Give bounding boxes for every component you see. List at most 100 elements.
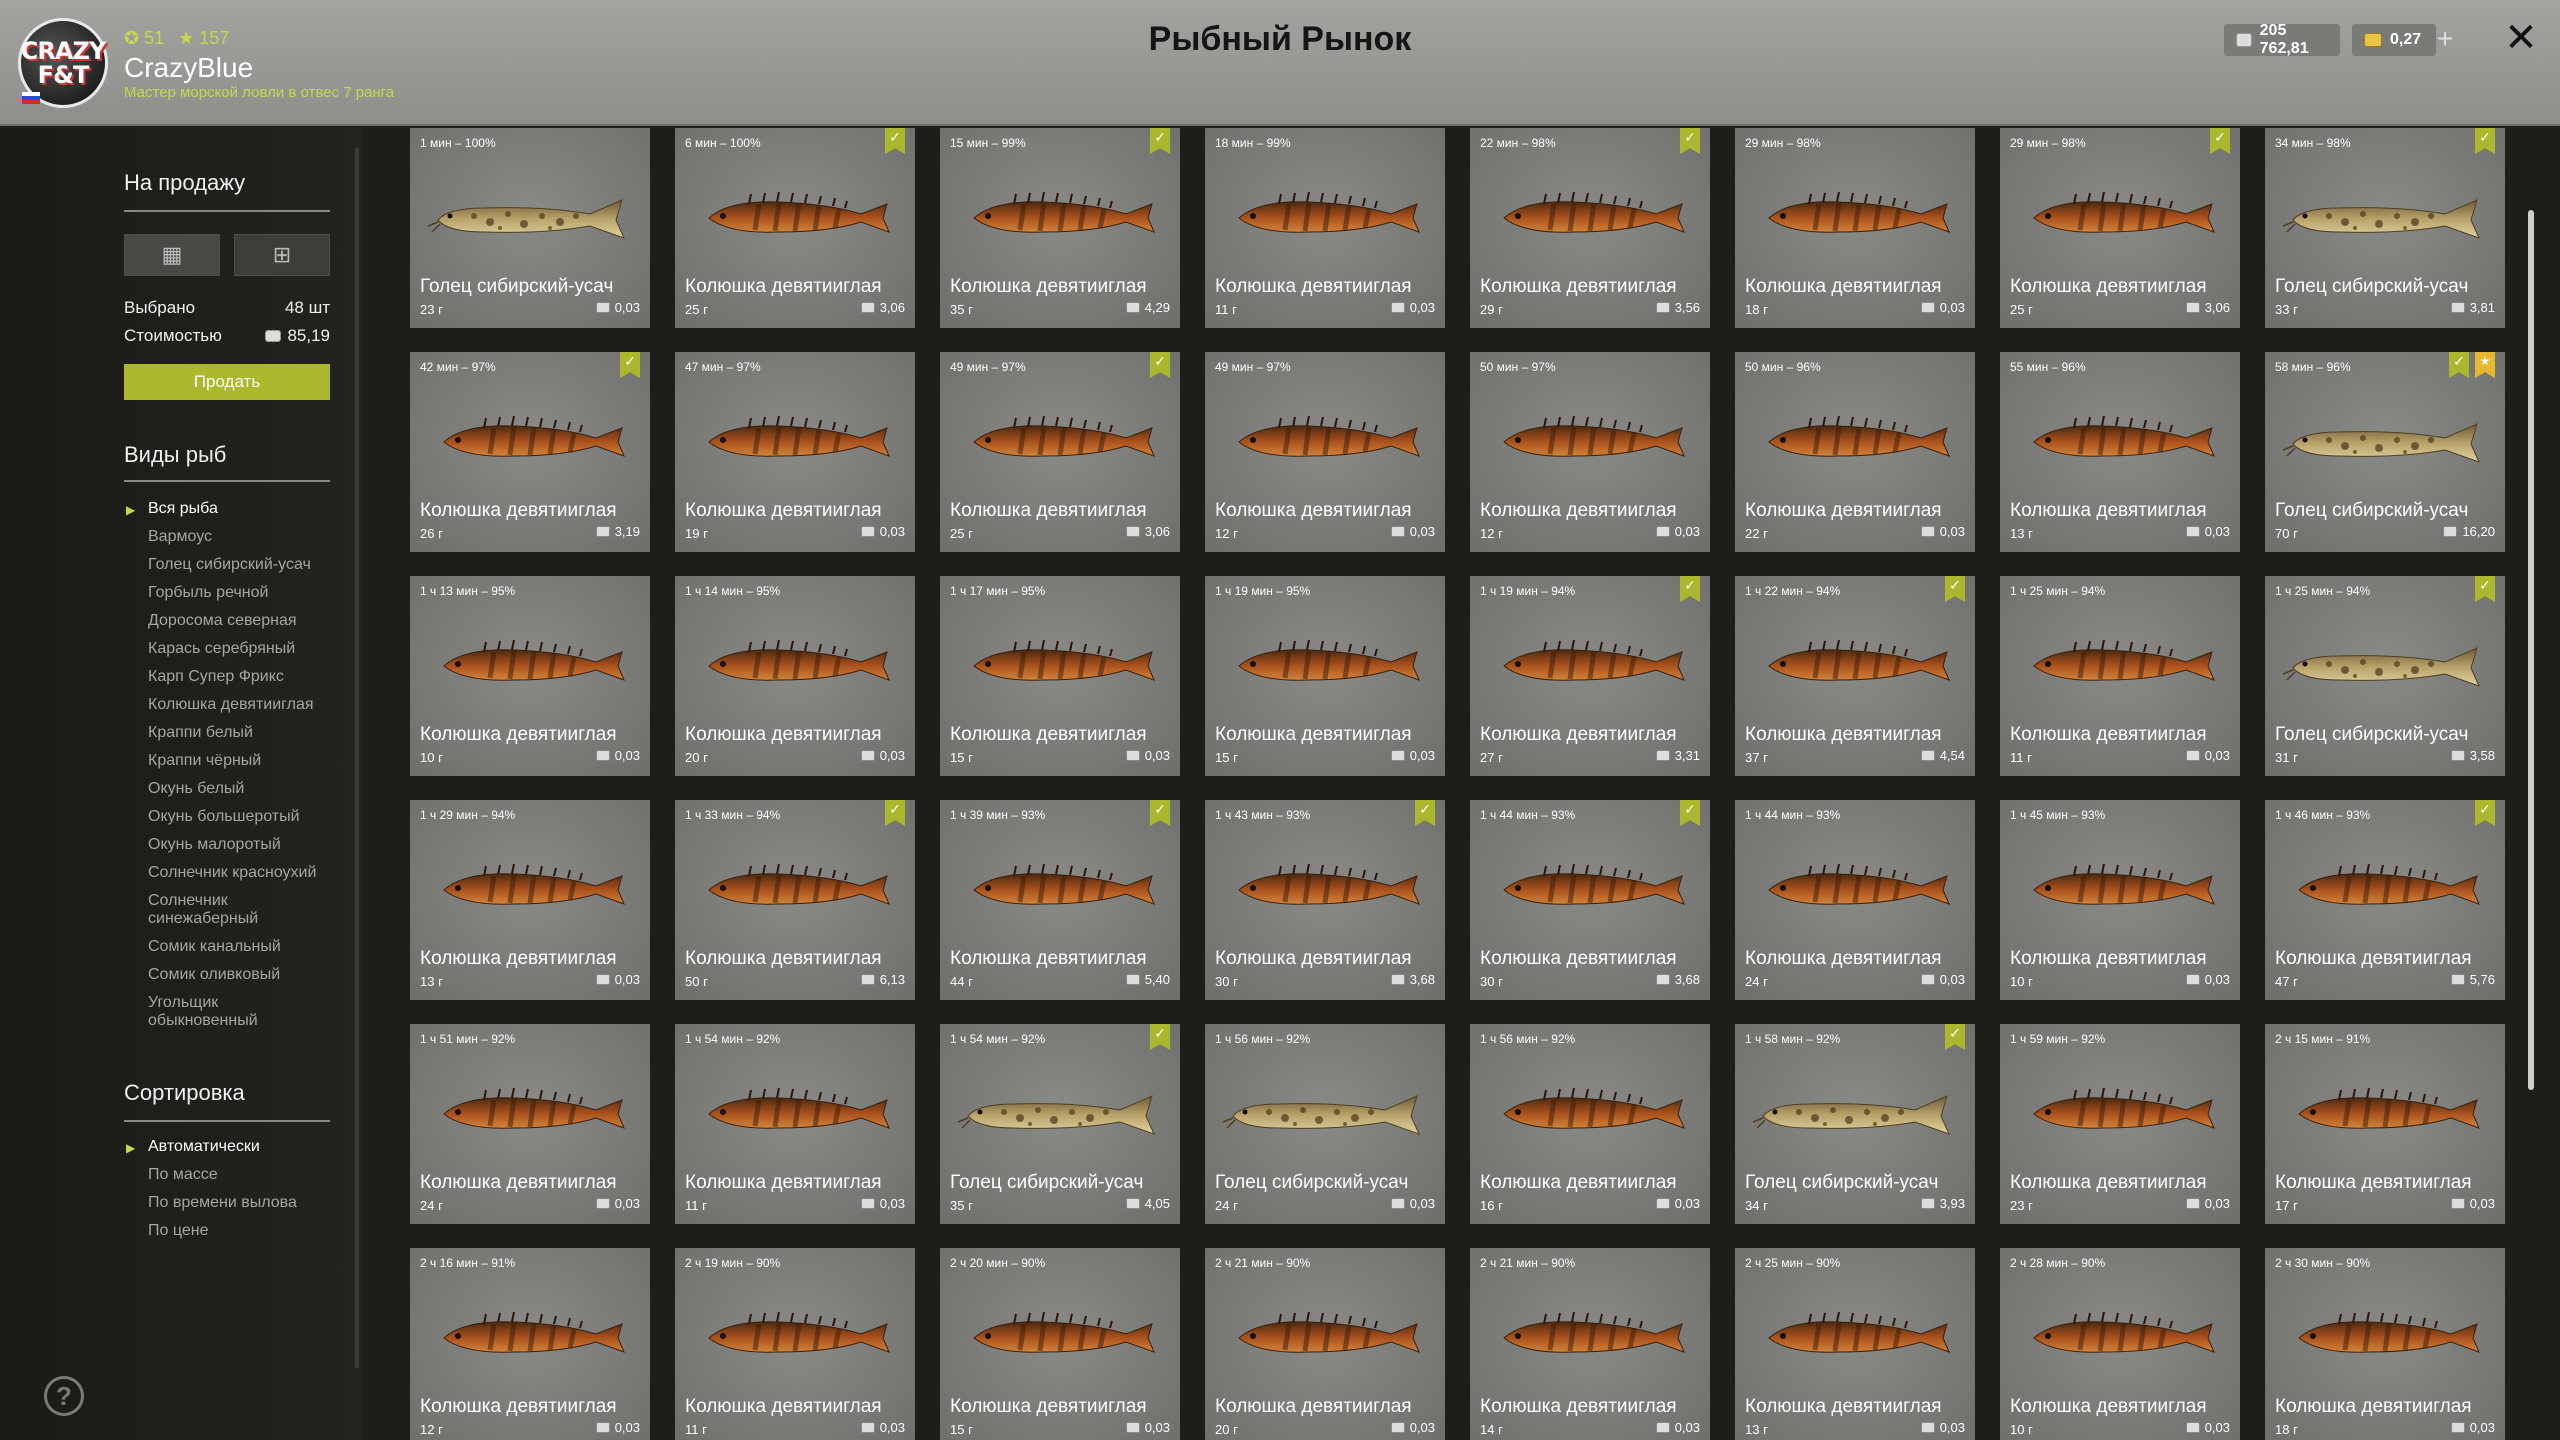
selected-check-icon[interactable]: ✓ [2210, 128, 2230, 154]
fish-card[interactable]: 1 ч 45 мин – 93% Колюшка девятииглая 10 г 0… [2000, 800, 2240, 1000]
fish-card[interactable]: 1 ч 33 мин – 94% ✓ Колюшка девятииглая 50 г… [675, 800, 915, 1000]
fish-card[interactable]: 1 ч 19 мин – 94% ✓ Колюшка девятииглая 27 г… [1470, 576, 1710, 776]
sort-option[interactable]: Автоматически [126, 1138, 328, 1157]
species-item[interactable]: Солнечник красноухий [148, 864, 328, 882]
species-item[interactable]: Краппи чёрный [148, 752, 328, 770]
fish-card[interactable]: 2 ч 15 мин – 91% Колюшка девятииглая 17 г 0… [2265, 1024, 2505, 1224]
selected-check-icon[interactable]: ✓ [1150, 128, 1170, 154]
species-item[interactable]: Краппи белый [148, 724, 328, 742]
fish-card[interactable]: 1 ч 51 мин – 92% Колюшка девятииглая 24 г 0… [410, 1024, 650, 1224]
selected-check-icon[interactable]: ✓ [1680, 576, 1700, 602]
fish-card[interactable]: 1 ч 44 мин – 93% Колюшка девятииглая 24 г 0… [1735, 800, 1975, 1000]
fish-card[interactable]: 50 мин – 96% Колюшка девятииглая 22 г 0,03 [1735, 352, 1975, 552]
fish-card[interactable]: 2 ч 19 мин – 90% Колюшка девятииглая 11 г 0… [675, 1248, 915, 1440]
fish-card[interactable]: 55 мин – 96% Колюшка девятииглая 13 г 0,03 [2000, 352, 2240, 552]
fish-card[interactable]: 1 ч 43 мин – 93% ✓ Колюшка девятииглая 30 г… [1205, 800, 1445, 1000]
fish-card[interactable]: 49 мин – 97% Колюшка девятииглая 12 г 0,03 [1205, 352, 1445, 552]
fish-card[interactable]: 18 мин – 99% Колюшка девятииглая 11 г 0,03 [1205, 128, 1445, 328]
help-button[interactable]: ? [44, 1376, 84, 1416]
fish-card[interactable]: 58 мин – 96% ★ ✓ Голец сибирский-усач 70 г 16… [2265, 352, 2505, 552]
selected-check-icon[interactable]: ✓ [1150, 1024, 1170, 1050]
fish-card[interactable]: 1 ч 54 мин – 92% Колюшка девятииглая 11 г 0… [675, 1024, 915, 1224]
fish-card[interactable]: 50 мин – 97% Колюшка девятииглая 12 г 0,03 [1470, 352, 1710, 552]
fish-card[interactable]: 42 мин – 97% ✓ Колюшка девятииглая 26 г 3,19 [410, 352, 650, 552]
fish-card[interactable]: 1 ч 29 мин – 94% Колюшка девятииглая 13 г 0… [410, 800, 650, 1000]
selected-check-icon[interactable]: ✓ [1680, 128, 1700, 154]
species-item[interactable]: Сомик канальный [148, 938, 328, 956]
fish-card[interactable]: 1 ч 22 мин – 94% ✓ Колюшка девятииглая 37 г… [1735, 576, 1975, 776]
selected-check-icon[interactable]: ✓ [1680, 800, 1700, 826]
fish-card[interactable]: 29 мин – 98% ✓ Колюшка девятииглая 25 г 3,06 [2000, 128, 2240, 328]
fish-card[interactable]: 1 ч 39 мин – 93% ✓ Колюшка девятииглая 44 г… [940, 800, 1180, 1000]
fish-card[interactable]: 2 ч 16 мин – 91% Колюшка девятииглая 12 г 0… [410, 1248, 650, 1440]
fish-name: Колюшка девятииглая [420, 500, 617, 521]
fish-card[interactable]: 1 ч 25 мин – 94% ✓ Голец сибирский-усач 31 … [2265, 576, 2505, 776]
species-item[interactable]: Окунь белый [148, 780, 328, 798]
selected-check-icon[interactable]: ✓ [885, 128, 905, 154]
fish-card[interactable]: 1 мин – 100% Голец сибирский-усач 23 г 0,03 [410, 128, 650, 328]
selected-check-icon[interactable]: ✓ [2449, 352, 2469, 378]
selected-check-icon[interactable]: ✓ [885, 800, 905, 826]
small-grid-view-button[interactable]: ⊞ [234, 234, 330, 276]
fish-card[interactable]: 1 ч 59 мин – 92% Колюшка девятииглая 23 г 0… [2000, 1024, 2240, 1224]
selected-check-icon[interactable]: ✓ [1415, 800, 1435, 826]
fish-card[interactable]: 2 ч 25 мин – 90% Колюшка девятииглая 13 г 0… [1735, 1248, 1975, 1440]
selected-check-icon[interactable]: ✓ [1150, 800, 1170, 826]
fish-card[interactable]: 1 ч 25 мин – 94% Колюшка девятииглая 11 г 0… [2000, 576, 2240, 776]
selected-check-icon[interactable]: ✓ [1945, 576, 1965, 602]
large-grid-view-button[interactable]: ▦ [124, 234, 220, 276]
sidebar-scrollbar[interactable] [355, 148, 359, 1368]
species-item[interactable]: Горбыль речной [148, 584, 328, 602]
grid-scrollbar[interactable] [2528, 210, 2534, 1090]
species-item[interactable]: Окунь малоротый [148, 836, 328, 854]
selected-check-icon[interactable]: ✓ [2475, 128, 2495, 154]
fish-card[interactable]: 1 ч 17 мин – 95% Колюшка девятииглая 15 г 0… [940, 576, 1180, 776]
sell-button[interactable]: Продать [124, 364, 330, 400]
selected-check-icon[interactable]: ✓ [2475, 800, 2495, 826]
species-item[interactable]: Доросома северная [148, 612, 328, 630]
close-button[interactable]: ✕ [2500, 18, 2542, 60]
fish-card[interactable]: 1 ч 56 мин – 92% Голец сибирский-усач 24 г… [1205, 1024, 1445, 1224]
species-item[interactable]: Голец сибирский-усач [148, 556, 328, 574]
fish-card[interactable]: 29 мин – 98% Колюшка девятииглая 18 г 0,03 [1735, 128, 1975, 328]
species-item[interactable]: Колюшка девятииглая [148, 696, 328, 714]
fish-card[interactable]: 6 мин – 100% ✓ Колюшка девятииглая 25 г 3,06 [675, 128, 915, 328]
species-item[interactable]: Солнечник синежаберный [148, 892, 328, 928]
fish-card[interactable]: 2 ч 28 мин – 90% Колюшка девятииглая 10 г 0… [2000, 1248, 2240, 1440]
sort-option[interactable]: По цене [148, 1222, 328, 1240]
fish-card[interactable]: 2 ч 30 мин – 90% Колюшка девятииглая 18 г 0… [2265, 1248, 2505, 1440]
fish-card[interactable]: 2 ч 21 мин – 90% Колюшка девятииглая 20 г 0… [1205, 1248, 1445, 1440]
selected-check-icon[interactable]: ✓ [620, 352, 640, 378]
fish-card[interactable]: 1 ч 56 мин – 92% Колюшка девятииглая 16 г 0… [1470, 1024, 1710, 1224]
sort-option[interactable]: По массе [148, 1166, 328, 1184]
fish-card[interactable]: 1 ч 19 мин – 95% Колюшка девятииглая 15 г 0… [1205, 576, 1445, 776]
fish-card[interactable]: 47 мин – 97% Колюшка девятииглая 19 г 0,03 [675, 352, 915, 552]
add-gold-button[interactable]: + [2432, 24, 2458, 56]
fish-card[interactable]: 1 ч 58 мин – 92% ✓ Голец сибирский-усач 34 … [1735, 1024, 1975, 1224]
species-item[interactable]: Сомик оливковый [148, 966, 328, 984]
fish-card[interactable]: 1 ч 46 мин – 93% ✓ Колюшка девятииглая 47 г… [2265, 800, 2505, 1000]
fish-card[interactable]: 15 мин – 99% ✓ Колюшка девятииглая 35 г 4,29 [940, 128, 1180, 328]
species-item[interactable]: Карп Супер Фрикс [148, 668, 328, 686]
fish-card[interactable]: 22 мин – 98% ✓ Колюшка девятииглая 29 г 3,56 [1470, 128, 1710, 328]
fish-card[interactable]: 34 мин – 98% ✓ Голец сибирский-усач 33 г 3,8… [2265, 128, 2505, 328]
fish-card[interactable]: 49 мин – 97% ✓ Колюшка девятииглая 25 г 3,06 [940, 352, 1180, 552]
selected-check-icon[interactable]: ✓ [1150, 352, 1170, 378]
stickleback-fish-icon [2298, 1311, 2480, 1353]
selected-check-icon[interactable]: ✓ [2475, 576, 2495, 602]
fish-card[interactable]: 1 ч 14 мин – 95% Колюшка девятииглая 20 г 0… [675, 576, 915, 776]
fish-card[interactable]: 1 ч 54 мин – 92% ✓ Голец сибирский-усач 35 … [940, 1024, 1180, 1224]
fish-card[interactable]: 1 ч 13 мин – 95% Колюшка девятииглая 10 г 0… [410, 576, 650, 776]
species-item[interactable]: Окунь большеротый [148, 808, 328, 826]
fish-card[interactable]: 2 ч 20 мин – 90% Колюшка девятииглая 15 г 0… [940, 1248, 1180, 1440]
species-item[interactable]: Вся рыба [126, 500, 328, 519]
username[interactable]: CrazyBlue [124, 52, 253, 84]
species-item[interactable]: Карась серебряный [148, 640, 328, 658]
fish-name: Голец сибирский-усач [950, 1172, 1144, 1193]
species-item[interactable]: Вармоус [148, 528, 328, 546]
fish-card[interactable]: 1 ч 44 мин – 93% ✓ Колюшка девятииглая 30 г… [1470, 800, 1710, 1000]
fish-card[interactable]: 2 ч 21 мин – 90% Колюшка девятииглая 14 г 0… [1470, 1248, 1710, 1440]
selected-check-icon[interactable]: ✓ [1945, 1024, 1965, 1050]
species-item[interactable]: Угольщик обыкновенный [148, 994, 328, 1030]
sort-option[interactable]: По времени вылова [148, 1194, 328, 1212]
